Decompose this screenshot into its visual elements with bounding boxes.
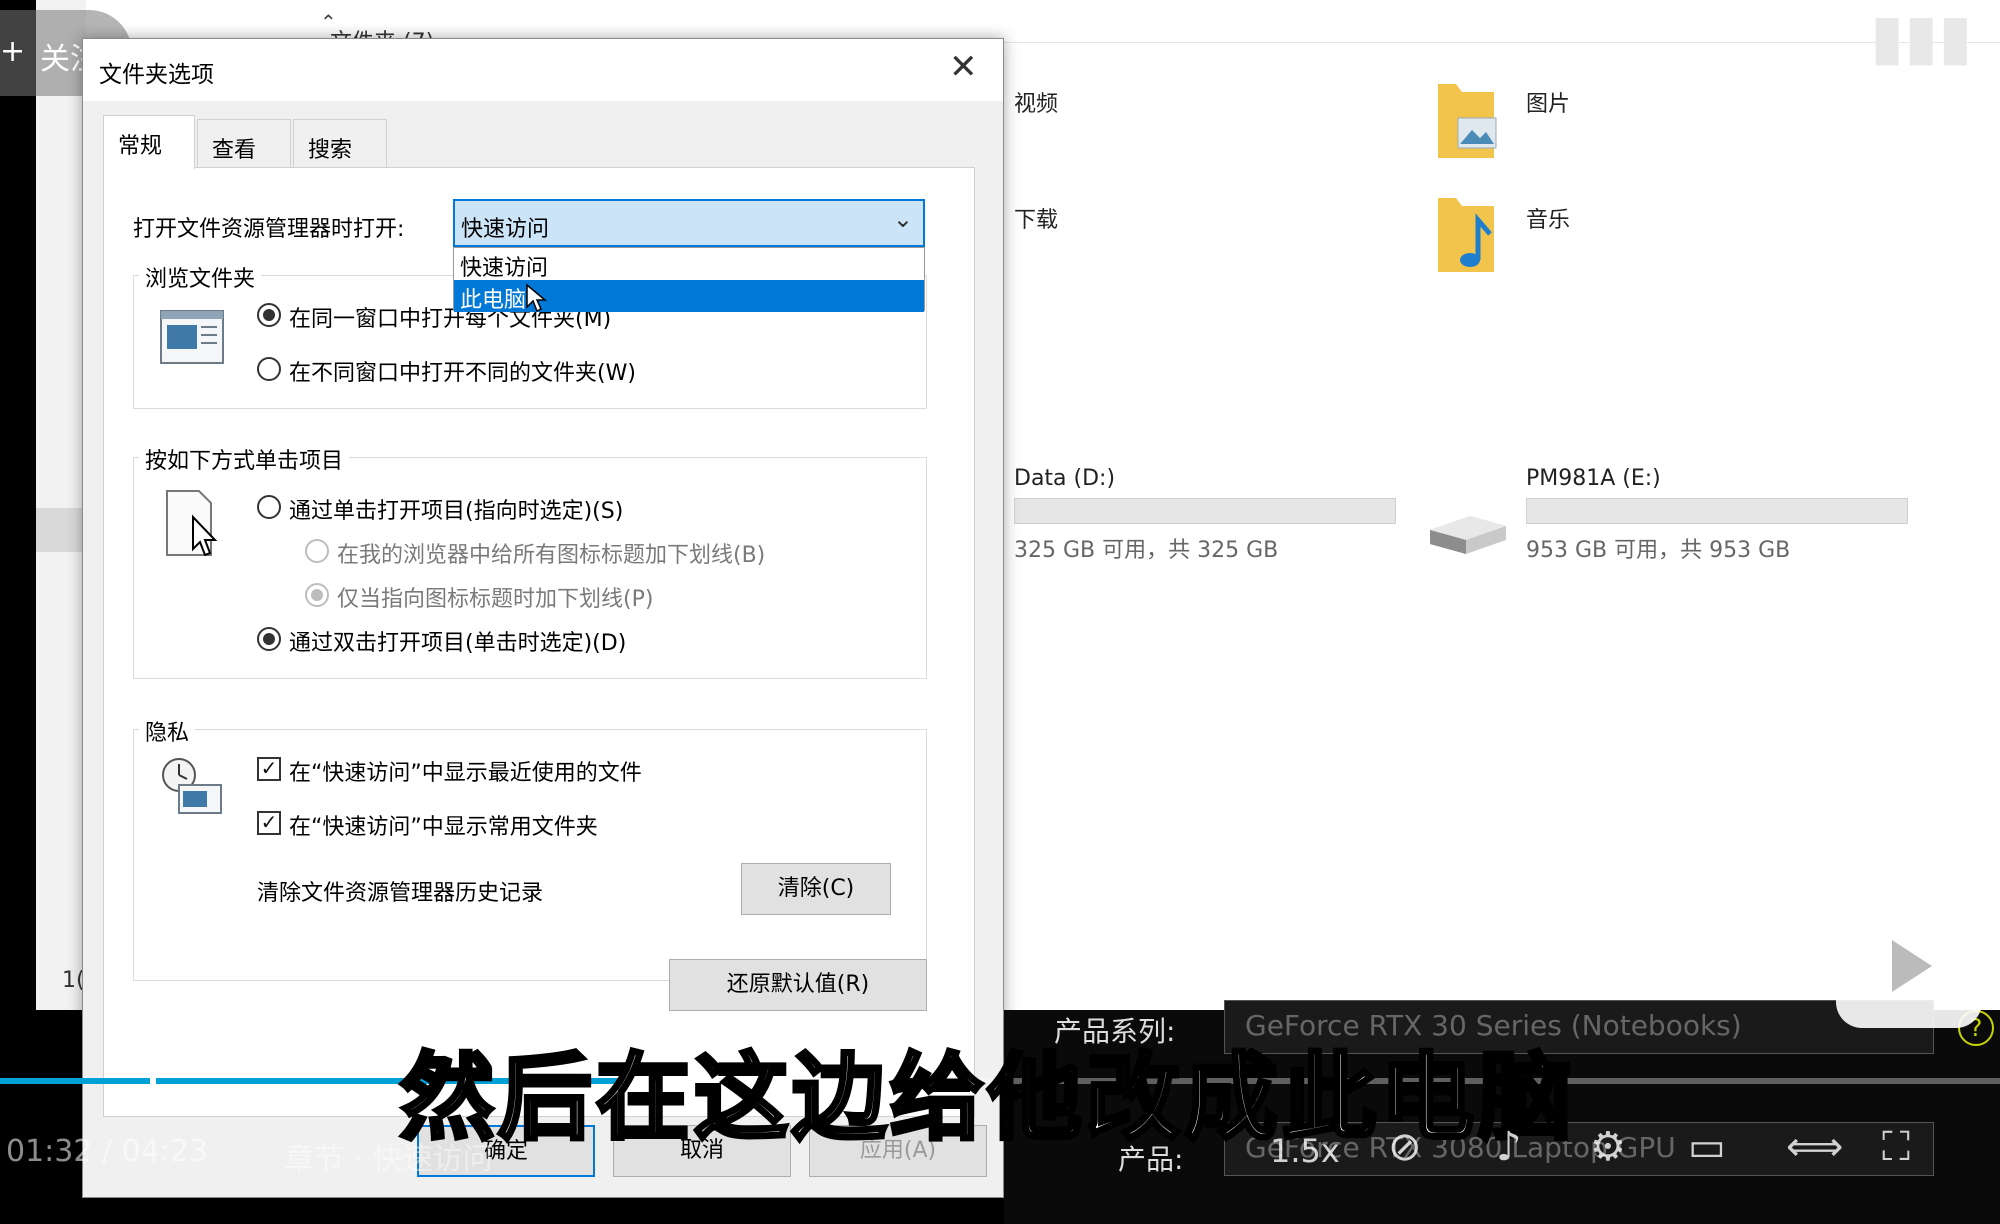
tab-view[interactable]: 查看 [197,119,291,167]
widescreen-icon[interactable]: ⟺ [1786,1124,1843,1170]
volume-icon[interactable]: ♪ [1496,1124,1522,1170]
explorer-nav-selected[interactable] [36,508,86,552]
drive-e-usage-bar [1526,498,1908,524]
radio-underline-point[interactable] [305,583,329,607]
mouse-cursor-icon [526,283,547,313]
chevron-down-icon[interactable]: ⌄ [893,205,913,233]
drive-icon[interactable] [1424,508,1510,558]
bilibili-watermark-icon: ▮▮▮ [1870,0,1973,73]
video-chapter[interactable]: 章节 · 快速访问 [284,1134,493,1178]
folder-pictures-icon[interactable] [1434,80,1498,162]
label-new-window[interactable]: 在不同窗口中打开不同的文件夹(W) [289,355,636,387]
tab-general[interactable]: 常规 [103,115,195,169]
label-recent-files[interactable]: 在“快速访问”中显示最近使用的文件 [289,755,642,787]
explorer-nav-pane [36,0,86,1010]
gear-icon[interactable]: ⚙ [1590,1124,1626,1170]
drive-d-name[interactable]: Data (D:) [1014,466,1115,491]
folder-pictures-label[interactable]: 图片 [1526,86,1570,118]
privacy-clock-icon [162,758,222,814]
label-double-click[interactable]: 通过双击打开项目(单击时选定)(D) [289,625,626,657]
click-items-title: 按如下方式单击项目 [139,443,350,475]
clear-history-label: 清除文件资源管理器历史记录 [257,881,544,906]
radio-double-click[interactable] [257,627,281,651]
dialog-title: 文件夹选项 [99,62,214,88]
combo-value: 快速访问 [461,217,550,242]
restore-defaults-button[interactable]: 还原默认值(R) [669,959,927,1011]
radio-new-window[interactable] [257,357,281,381]
label-frequent-folders[interactable]: 在“快速访问”中显示常用文件夹 [289,809,598,841]
click-pointer-icon [166,490,218,557]
checkbox-recent-files[interactable]: ✓ [257,757,281,781]
open-explorer-combobox[interactable]: 快速访问 ⌄ [453,199,925,247]
checkbox-frequent-folders[interactable]: ✓ [257,811,281,835]
browse-window-icon [160,310,224,364]
folder-downloads-label[interactable]: 下载 [1014,202,1058,234]
folder-video-label[interactable]: 视频 [1014,86,1058,118]
browse-folders-title: 浏览文件夹 [139,261,262,293]
close-icon[interactable]: ✕ [949,47,978,87]
label-underline-all[interactable]: 在我的浏览器中给所有图标标题加下划线(B) [337,537,765,569]
fullscreen-icon[interactable]: ⛶ [1882,1124,1910,1170]
privacy-title: 隐私 [139,715,196,747]
video-timecode: 01:32 / 04:23 [6,1134,209,1169]
drive-d-usage-bar [1014,498,1396,524]
label-single-click[interactable]: 通过单击打开项目(指向时选定)(S) [289,493,623,525]
bilibili-tv-icon[interactable] [1836,904,1982,1028]
radio-underline-all[interactable] [305,539,329,563]
drive-d-free: 325 GB 可用，共 325 GB [1014,538,1279,563]
dialog-titlebar[interactable] [83,39,1003,101]
open-explorer-label: 打开文件资源管理器时打开: [133,217,405,242]
folder-music-icon[interactable] [1434,194,1498,276]
open-explorer-dropdown: 快速访问 此电脑 [453,247,925,313]
radio-same-window[interactable] [257,303,281,327]
danmaku-off-icon[interactable]: ⊘ [1388,1124,1422,1170]
tab-search[interactable]: 搜索 [293,119,387,167]
dropdown-option-quick-access[interactable]: 快速访问 [454,248,924,281]
drive-e-free: 953 GB 可用，共 953 GB [1526,538,1791,563]
radio-single-click[interactable] [257,495,281,519]
speed-button[interactable]: 1.5x [1270,1132,1340,1170]
clear-button[interactable]: 清除(C) [741,863,891,915]
video-progress-played [0,1078,150,1084]
plus-icon: + [0,34,26,69]
drive-e-name[interactable]: PM981A (E:) [1526,466,1661,491]
label-underline-point[interactable]: 仅当指向图标标题时加下划线(P) [337,581,653,613]
folder-music-label[interactable]: 音乐 [1526,202,1570,234]
picture-in-picture-icon[interactable]: ▭ [1688,1124,1726,1170]
